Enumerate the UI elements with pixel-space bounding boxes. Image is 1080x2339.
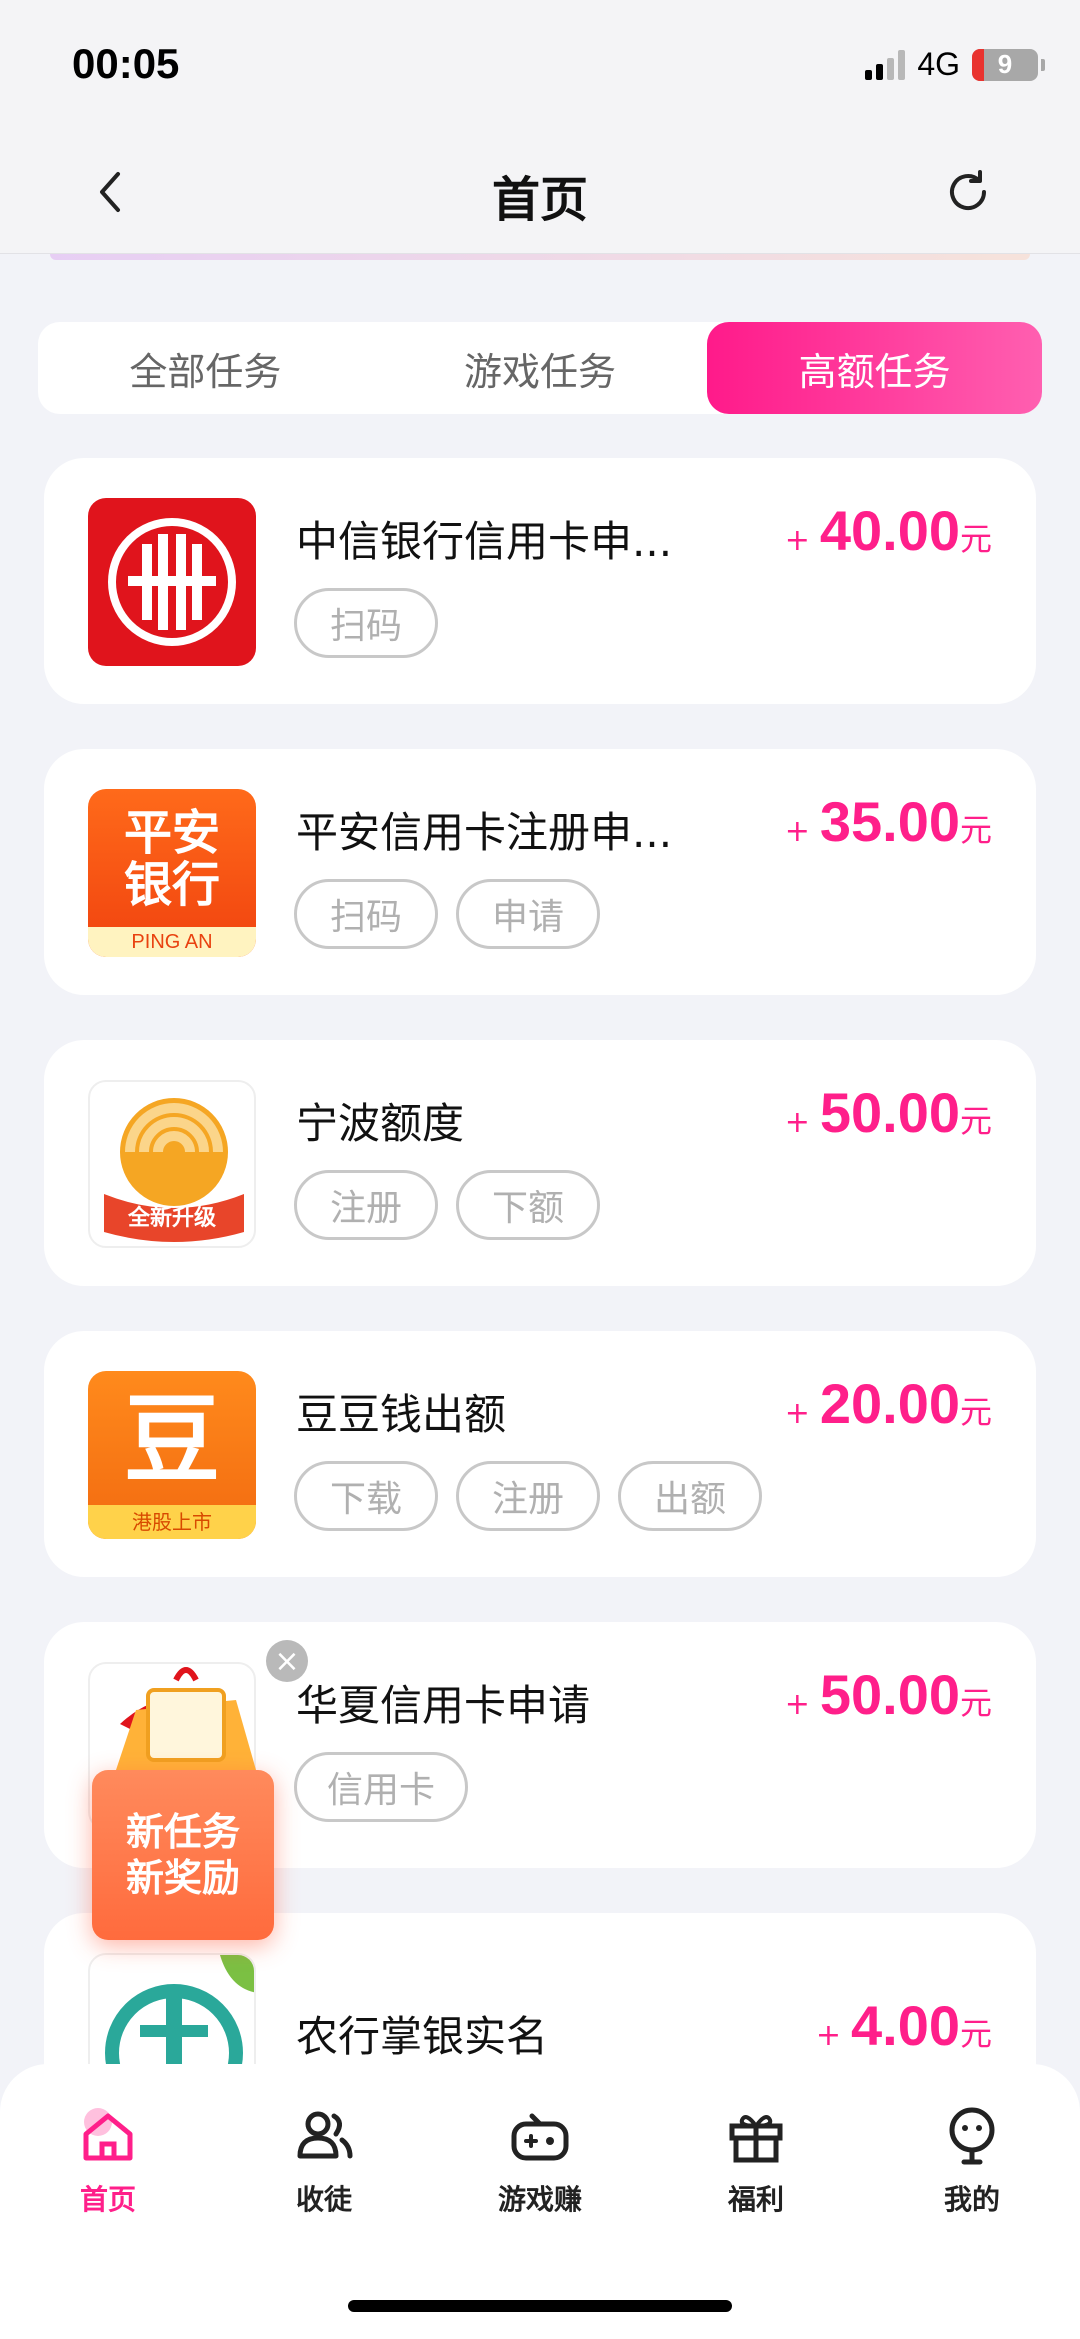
tab-high-reward-tasks[interactable]: 高额任务 (707, 322, 1043, 414)
task-tag: 扫码 (294, 588, 438, 658)
tab-all-tasks[interactable]: 全部任务 (38, 322, 373, 414)
tabbar-welfare[interactable]: 福利 (686, 2104, 826, 2218)
status-bar: 00:05 4G 9 (0, 0, 1080, 130)
reward-amount: 50.00 (819, 1081, 960, 1144)
task-tags: 注册 下额 (294, 1170, 600, 1240)
task-title: 宁波额度 (296, 1099, 465, 1148)
reward-plus: + (784, 814, 810, 849)
reward-plus: + (784, 1105, 810, 1140)
reward-plus: + (784, 523, 810, 558)
tabbar-label: 福利 (727, 2183, 784, 2216)
signal-icon (865, 49, 906, 80)
reward-amount: 35.00 (819, 790, 960, 853)
tab-game-tasks[interactable]: 游戏任务 (373, 322, 708, 414)
task-tag: 下额 (456, 1170, 600, 1240)
promo-line-1: 新任务 (125, 1810, 240, 1854)
tabbar-label: 我的 (943, 2183, 1000, 2216)
task-card[interactable]: 豆 港股上市 豆豆钱出额 下载 注册 出额 + 20.00 元 (44, 1331, 1036, 1577)
reward-unit: 元 (959, 1684, 992, 1722)
doudouqian-logo-text: 港股上市 (88, 1505, 256, 1539)
status-time: 00:05 (72, 40, 180, 87)
pingan-logo-text-3: PING AN (88, 927, 256, 957)
tabbar-apprentice[interactable]: 收徒 (254, 2104, 394, 2218)
tabbar-profile[interactable]: 我的 (902, 2104, 1042, 2218)
task-tags: 信用卡 (294, 1752, 469, 1822)
task-title: 农行掌银实名 (296, 2012, 549, 2061)
pingan-logo-text-2: 银行 (123, 857, 220, 913)
ningbo-logo: 全新升级 (88, 1080, 256, 1248)
tabbar-label: 收徒 (295, 2183, 352, 2216)
task-tag: 信用卡 (294, 1752, 469, 1822)
pingan-bank-logo: 平安 银行 PING AN (88, 789, 256, 957)
home-indicator (348, 2300, 732, 2312)
task-tags: 下载 注册 出额 (294, 1461, 762, 1531)
pingan-logo-text-1: 平安 (123, 805, 220, 861)
battery-icon: 9 (972, 48, 1045, 81)
ningbo-logo-text: 全新升级 (127, 1206, 216, 1231)
task-tag: 注册 (456, 1461, 600, 1531)
task-card[interactable]: 平安 银行 PING AN 平安信用卡注册申... 扫码 申请 + 35.00 … (44, 749, 1036, 995)
header-accent (50, 254, 1030, 260)
promo-label: 新任务 新奖励 (92, 1770, 274, 1940)
task-reward: + 35.00 元 (785, 789, 992, 854)
task-title: 豆豆钱出额 (296, 1390, 507, 1439)
task-reward: + 4.00 元 (816, 1993, 992, 2058)
task-reward: + 20.00 元 (785, 1371, 992, 1436)
task-tags: 扫码 (294, 588, 438, 658)
gift-icon (729, 2115, 783, 2163)
task-tags: 扫码 申请 (294, 879, 600, 949)
network-type: 4G (917, 46, 960, 82)
task-tag: 出额 (618, 1461, 762, 1531)
reward-amount: 50.00 (819, 1663, 960, 1726)
bottom-tab-bar: 首页 收徒 游戏赚 福利 我的 (0, 2064, 1080, 2339)
profile-icon (949, 2107, 995, 2165)
reward-plus: + (815, 2018, 841, 2053)
task-card[interactable]: 全新升级 宁波额度 注册 下额 + 50.00 元 (44, 1040, 1036, 1286)
doudouqian-logo: 豆 港股上市 (88, 1371, 256, 1539)
task-reward: + 40.00 元 (785, 498, 992, 563)
task-tabs: 全部任务 游戏任务 高额任务 (38, 322, 1043, 414)
page-title: 首页 (491, 172, 588, 228)
users-icon (297, 2111, 353, 2159)
reward-unit: 元 (959, 2015, 992, 2053)
tabbar-label: 首页 (79, 2183, 136, 2216)
reward-plus: + (784, 1396, 810, 1431)
task-title: 华夏信用卡申请 (296, 1681, 591, 1730)
status-icons: 4G 9 (865, 46, 1045, 83)
task-tag: 扫码 (294, 879, 438, 949)
tabbar-label: 游戏赚 (497, 2183, 582, 2216)
gamepad-icon (511, 2113, 569, 2161)
task-tag: 注册 (294, 1170, 438, 1240)
reward-amount: 4.00 (850, 1994, 960, 2057)
citic-bank-logo (88, 498, 256, 666)
tabbar-home[interactable]: 首页 (38, 2104, 178, 2218)
close-icon: × (274, 1643, 300, 1679)
task-title: 平安信用卡注册申... (296, 808, 673, 857)
task-title: 中信银行信用卡申... (296, 517, 673, 566)
tabbar-game-earn[interactable]: 游戏赚 (470, 2104, 610, 2218)
reward-unit: 元 (959, 520, 992, 558)
reward-plus: + (784, 1687, 810, 1722)
promo-line-2: 新奖励 (125, 1856, 240, 1900)
reward-unit: 元 (959, 1393, 992, 1431)
promo-close-button[interactable]: × (266, 1640, 308, 1682)
task-tag: 申请 (456, 879, 600, 949)
reward-unit: 元 (959, 811, 992, 849)
doudouqian-logo-char: 豆 (124, 1384, 220, 1496)
home-icon (83, 2108, 133, 2161)
task-reward: + 50.00 元 (785, 1080, 992, 1145)
reward-amount: 40.00 (819, 499, 960, 562)
reward-amount: 20.00 (819, 1372, 960, 1435)
refresh-button[interactable] (942, 166, 994, 218)
battery-level: 9 (997, 49, 1013, 79)
reward-unit: 元 (959, 1102, 992, 1140)
task-tag: 下载 (294, 1461, 438, 1531)
nav-bar: 首页 (0, 130, 1080, 254)
task-card[interactable]: 中信银行信用卡申... 扫码 + 40.00 元 (44, 458, 1036, 704)
task-reward: + 50.00 元 (785, 1662, 992, 1727)
new-task-promo[interactable]: × 新任务 新奖励 (86, 1640, 308, 1950)
refresh-icon (950, 170, 986, 210)
